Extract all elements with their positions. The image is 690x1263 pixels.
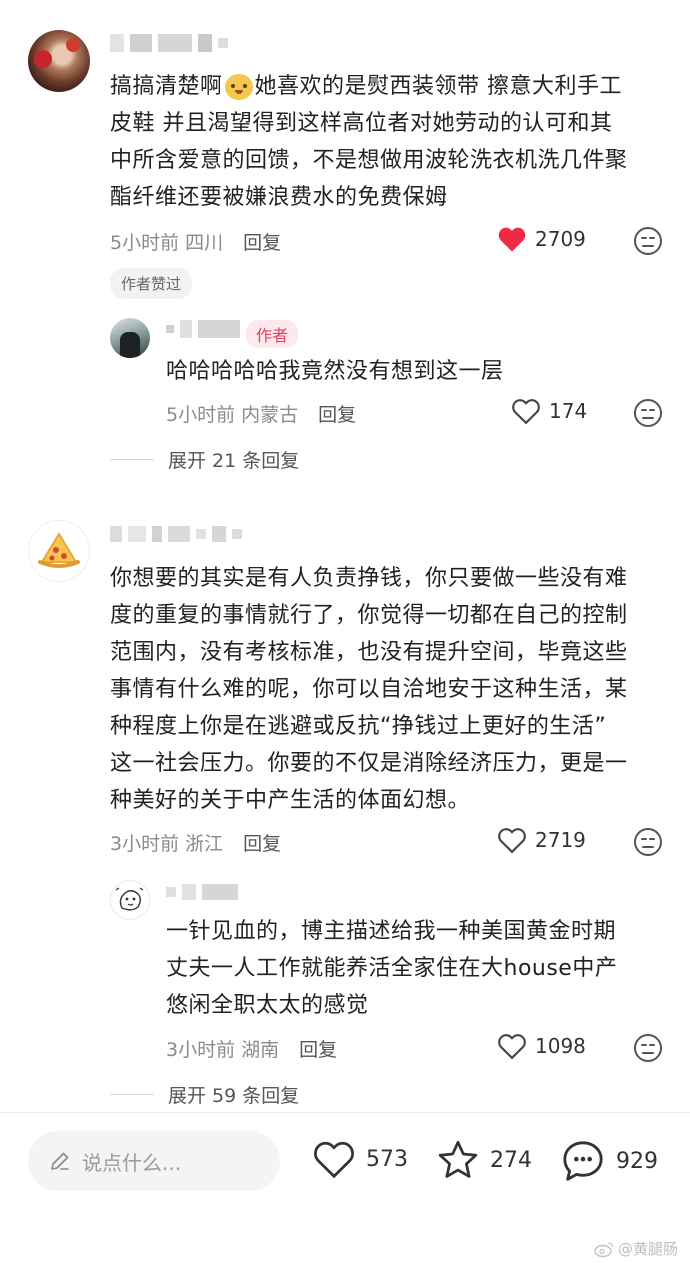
like-count: 1098 [535, 1034, 586, 1058]
heart-filled-icon [498, 227, 526, 252]
like-button[interactable]: 1098 [497, 1032, 586, 1060]
weibo-logo-icon [594, 1241, 614, 1257]
comment-count: 929 [616, 1148, 658, 1174]
bottom-action-bar: 说点什么... 573 274 929 [0, 1112, 690, 1212]
author-badge: 作者 [246, 320, 299, 348]
watermark: @黄腿肠 [594, 1238, 678, 1259]
location: 内蒙古 [241, 404, 299, 426]
like-count: 174 [549, 399, 588, 423]
favorite-button[interactable]: 274 [436, 1139, 532, 1181]
like-count: 2709 [535, 227, 586, 251]
doodle-avatar-icon [115, 887, 144, 911]
reply-text: 一针见血的，博主描述给我一种美国黄金时期 丈夫一人工作就能养活全家住在大hous… [166, 919, 618, 1018]
emoji-sticker-icon [224, 73, 253, 100]
timestamp: 5小时前 [110, 232, 180, 254]
avatar[interactable] [110, 318, 150, 358]
location: 浙江 [185, 833, 224, 855]
post-like-count: 573 [366, 1146, 408, 1172]
username-blurred[interactable] [166, 320, 240, 338]
reply-text: 哈哈哈哈哈我竟然没有想到这一层 [166, 359, 504, 384]
expand-replies-button[interactable]: 展开 59 条回复 [110, 1081, 299, 1108]
comment-input[interactable]: 说点什么... [28, 1131, 280, 1191]
like-count: 2719 [535, 828, 586, 852]
timestamp: 5小时前 [166, 404, 236, 426]
username-blurred[interactable] [110, 526, 242, 542]
divider [110, 459, 154, 460]
comments-button[interactable]: 929 [560, 1139, 658, 1183]
reply-button[interactable]: 回复 [318, 400, 356, 427]
timestamp: 3小时前 [110, 833, 180, 855]
reply-button[interactable]: 回复 [299, 1035, 337, 1062]
expand-replies-button[interactable]: 展开 21 条回复 [110, 446, 299, 473]
comment-meta: 3小时前 浙江 回复 [110, 829, 281, 856]
star-outline-icon [438, 1140, 478, 1178]
like-button[interactable]: 2719 [497, 826, 586, 854]
divider [110, 1094, 154, 1095]
location: 四川 [185, 232, 224, 254]
like-button[interactable]: 174 [511, 397, 587, 425]
dislike-face-icon[interactable] [633, 1033, 663, 1063]
timestamp: 3小时前 [166, 1039, 236, 1061]
dislike-face-icon[interactable] [633, 398, 663, 428]
comment-bubble-icon [563, 1141, 603, 1181]
avatar[interactable] [110, 880, 150, 920]
avatar[interactable] [28, 520, 90, 582]
reply-meta: 3小时前 湖南 回复 [166, 1035, 337, 1062]
comment-text: 搞搞清楚啊 她喜欢的是熨西装领带 擦意大利手工 皮鞋 并且渴望得到这样高位者对她… [110, 73, 628, 210]
reply-meta: 5小时前 内蒙古 回复 [166, 400, 356, 427]
heart-outline-icon [498, 828, 526, 854]
dislike-face-icon[interactable] [633, 827, 663, 857]
comment-text: 你想要的其实是有人负责挣钱，你只要做一些没有难 度的重复的事情就行了，你觉得一切… [110, 566, 628, 813]
favorite-count: 274 [490, 1147, 532, 1173]
like-button[interactable]: 2709 [497, 225, 586, 253]
heart-outline-icon [498, 1034, 526, 1060]
reply-button[interactable]: 回复 [243, 829, 281, 856]
username-blurred[interactable] [166, 884, 238, 900]
comment-meta: 5小时前 四川 回复 [110, 228, 281, 255]
username-blurred[interactable] [110, 34, 228, 52]
heart-outline-icon [512, 399, 540, 425]
author-liked-tag: 作者赞过 [110, 268, 193, 299]
avatar[interactable] [28, 30, 90, 92]
like-post-button[interactable]: 573 [312, 1139, 408, 1179]
heart-outline-icon [314, 1141, 354, 1179]
pizza-icon [38, 532, 80, 568]
comment-input-placeholder: 说点什么... [82, 1150, 182, 1175]
pencil-icon [51, 1152, 69, 1170]
dislike-face-icon[interactable] [633, 226, 663, 256]
reply-button[interactable]: 回复 [243, 228, 281, 255]
location: 湖南 [241, 1039, 280, 1061]
